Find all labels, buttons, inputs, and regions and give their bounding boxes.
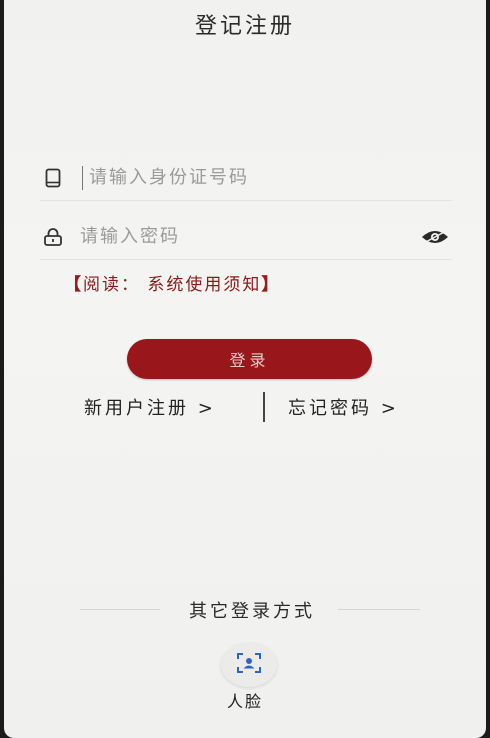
- notice-bracket-open: 【: [64, 275, 83, 295]
- user-notice-link[interactable]: 【阅读： 系统使用须知】: [64, 270, 280, 295]
- login-button[interactable]: 登录: [127, 339, 372, 379]
- password-row: [40, 214, 452, 260]
- links-divider: [263, 392, 265, 422]
- divider-right: [338, 609, 420, 610]
- password-input[interactable]: [66, 216, 418, 257]
- login-screen: 登记注册 【阅读： 系统使用须知】 登录 新用户注册 > 忘记密码 > 其它登录…: [4, 0, 486, 738]
- notice-bracket-close: 】: [261, 275, 281, 295]
- id-number-row: [40, 155, 452, 201]
- face-scan-icon: [237, 653, 261, 677]
- other-login-title: 其它登录方式: [189, 601, 315, 622]
- id-number-input[interactable]: [82, 165, 452, 190]
- other-login-header: 其它登录方式: [4, 597, 486, 622]
- lock-icon: [40, 224, 66, 250]
- eye-slash-icon[interactable]: [418, 224, 452, 250]
- register-link[interactable]: 新用户注册 >: [84, 394, 216, 420]
- page-title: 登记注册: [194, 14, 295, 39]
- divider-left: [80, 609, 160, 610]
- notice-text: 阅读： 系统使用须知: [83, 275, 262, 295]
- phone-icon: [40, 165, 66, 191]
- account-links: 新用户注册 > 忘记密码 >: [4, 392, 486, 424]
- face-login-button[interactable]: [221, 643, 277, 687]
- face-login-label: 人脸: [226, 692, 263, 711]
- forgot-password-link[interactable]: 忘记密码 >: [288, 394, 399, 420]
